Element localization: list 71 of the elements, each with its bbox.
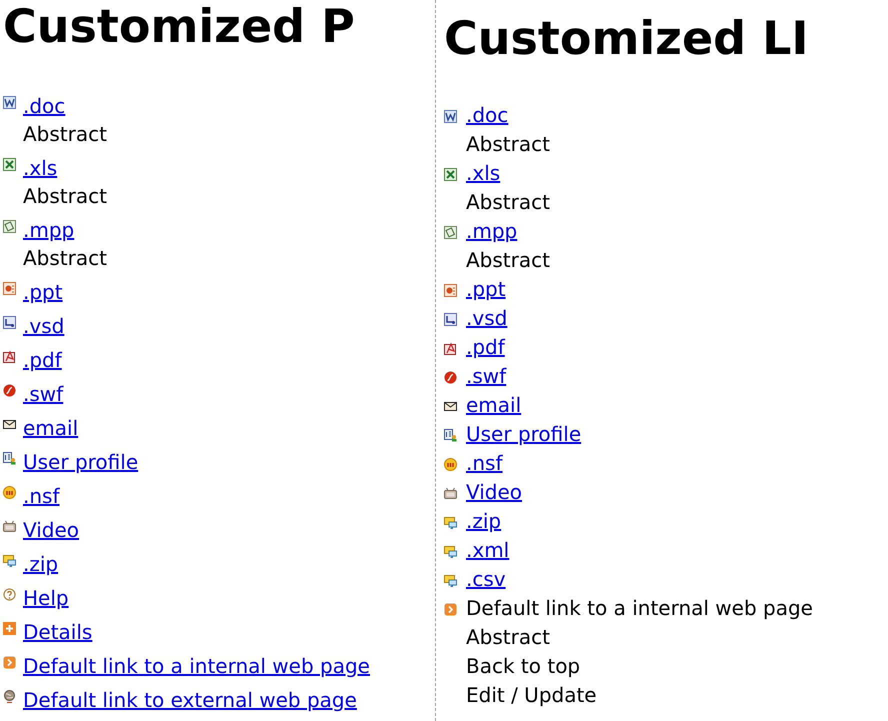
item-text: Abstract xyxy=(466,624,550,651)
file-link[interactable]: .pdf xyxy=(23,346,62,374)
file-link[interactable]: .vsd xyxy=(466,304,508,333)
file-link[interactable]: Video xyxy=(466,478,522,507)
item-text: Abstract xyxy=(23,183,107,210)
file-link[interactable]: Details xyxy=(23,618,92,646)
item-text: Back to top xyxy=(466,653,580,680)
file-link[interactable]: User profile xyxy=(466,420,582,449)
item-text: Edit / Update xyxy=(466,682,597,709)
diagram-icon xyxy=(3,316,16,329)
envelope-icon xyxy=(3,418,16,431)
section-heading: Customized LI xyxy=(444,12,810,64)
tv-icon xyxy=(3,520,16,533)
file-link[interactable]: .mpp xyxy=(23,216,74,244)
file-link[interactable]: email xyxy=(466,391,522,420)
document-icon xyxy=(3,96,16,109)
monitor-icon xyxy=(444,545,457,558)
help-icon xyxy=(3,588,16,601)
flash-icon xyxy=(3,384,16,397)
file-link[interactable]: .ppt xyxy=(466,275,506,304)
file-link[interactable]: User profile xyxy=(23,448,138,476)
tv-icon xyxy=(444,487,457,500)
file-link[interactable]: Video xyxy=(23,516,80,544)
item-text: Abstract xyxy=(466,131,550,158)
presentation-icon xyxy=(444,284,457,297)
presentation-icon xyxy=(3,282,16,295)
link-title: Default link to a internal web page xyxy=(466,595,813,622)
item-text: Abstract xyxy=(466,189,550,216)
file-link[interactable]: Default link to a internal web page xyxy=(23,652,370,680)
section-heading: Customized P xyxy=(3,0,356,52)
user-card-icon xyxy=(444,429,457,442)
file-link[interactable]: .vsd xyxy=(23,312,64,340)
pdf-icon xyxy=(3,350,16,363)
file-link[interactable]: .nsf xyxy=(466,449,502,478)
file-link[interactable]: .zip xyxy=(23,550,58,578)
file-link[interactable]: .pdf xyxy=(466,333,505,362)
monitor-icon xyxy=(444,574,457,587)
document-icon xyxy=(444,110,457,123)
database-icon xyxy=(3,486,16,499)
spreadsheet-icon xyxy=(444,168,457,181)
file-link[interactable]: .zip xyxy=(466,507,502,536)
file-link[interactable]: Default link to external web page xyxy=(23,686,357,714)
file-link[interactable]: .nsf xyxy=(23,482,60,510)
file-link[interactable]: .doc xyxy=(466,101,508,130)
plus-icon xyxy=(3,622,16,635)
file-link[interactable]: .xls xyxy=(23,154,58,182)
item-text: Abstract xyxy=(23,121,107,148)
project-file-icon xyxy=(3,220,16,233)
file-link[interactable]: .xml xyxy=(466,536,510,565)
item-text: Abstract xyxy=(23,245,107,272)
pdf-icon xyxy=(444,342,457,355)
monitor-icon xyxy=(444,516,457,529)
file-link[interactable]: .swf xyxy=(466,362,506,391)
file-link[interactable]: .swf xyxy=(23,380,64,408)
file-link[interactable]: email xyxy=(23,414,78,442)
flash-icon xyxy=(444,371,457,384)
file-link[interactable]: .doc xyxy=(23,92,66,120)
spreadsheet-icon xyxy=(3,158,16,171)
file-link[interactable]: Help xyxy=(23,584,69,612)
item-text: Abstract xyxy=(466,247,550,274)
envelope-icon xyxy=(444,400,457,413)
monitor-icon xyxy=(3,554,16,567)
globe-icon xyxy=(3,690,16,703)
user-card-icon xyxy=(3,452,16,465)
file-link[interactable]: .csv xyxy=(466,565,506,594)
file-link[interactable]: .mpp xyxy=(466,217,518,246)
file-link[interactable]: .ppt xyxy=(23,278,63,306)
project-file-icon xyxy=(444,226,457,239)
database-icon xyxy=(444,458,457,471)
file-link[interactable]: .xls xyxy=(466,159,500,188)
diagram-icon xyxy=(444,313,457,326)
